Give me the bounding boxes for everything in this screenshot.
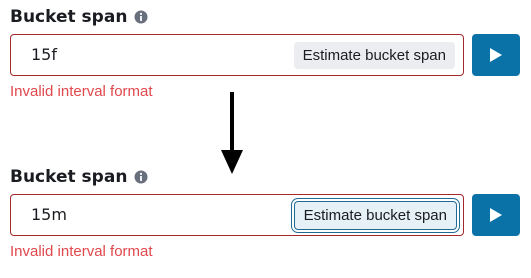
play-icon — [490, 208, 502, 222]
bucket-span-comparison: Bucket span 15f Estimate bucket span Inv… — [0, 0, 531, 278]
bucket-span-input[interactable]: 15m Estimate bucket span — [10, 194, 464, 236]
play-icon — [490, 48, 502, 62]
bucket-span-section-before: Bucket span 15f Estimate bucket span Inv… — [10, 4, 521, 100]
estimate-bucket-span-button[interactable]: Estimate bucket span — [293, 201, 457, 230]
field-label-row: Bucket span — [10, 4, 521, 30]
info-icon[interactable] — [134, 170, 148, 184]
error-message: Invalid interval format — [10, 243, 153, 260]
field-label-row: Bucket span — [10, 164, 521, 190]
bucket-span-value: 15f — [31, 45, 57, 64]
bucket-span-label: Bucket span — [10, 7, 128, 27]
bucket-span-input-row: 15m Estimate bucket span — [10, 194, 521, 236]
error-message: Invalid interval format — [10, 83, 153, 100]
run-button[interactable] — [472, 194, 520, 236]
estimate-bucket-span-button[interactable]: Estimate bucket span — [293, 42, 455, 69]
run-button[interactable] — [472, 34, 520, 76]
bucket-span-section-after: Bucket span 15m Estimate bucket span Inv… — [10, 164, 521, 260]
info-icon[interactable] — [134, 10, 148, 24]
bucket-span-input-row: 15f Estimate bucket span — [10, 34, 521, 76]
bucket-span-value: 15m — [31, 205, 67, 224]
bucket-span-input[interactable]: 15f Estimate bucket span — [10, 34, 464, 76]
bucket-span-label: Bucket span — [10, 167, 128, 187]
